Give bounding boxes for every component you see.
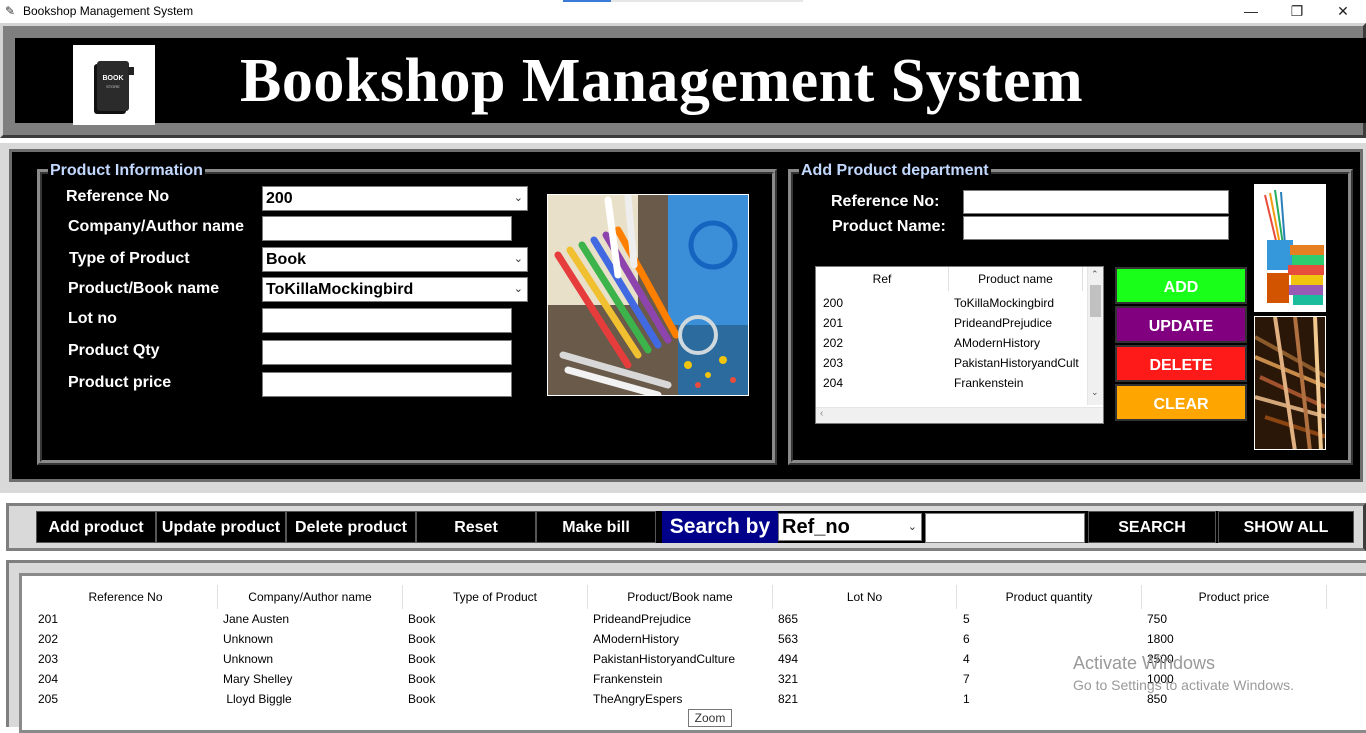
book-icon: BOOK STORE <box>97 61 134 111</box>
toolbar-frame: Add product Update product Delete produc… <box>6 503 1366 551</box>
scrollbar-thumb[interactable] <box>1090 285 1101 317</box>
search-by-value: Ref_no <box>782 516 850 538</box>
search-input[interactable] <box>925 513 1085 543</box>
window-title: Bookshop Management System <box>23 4 194 18</box>
list-horizontal-scrollbar[interactable]: ‹ <box>816 407 1103 423</box>
zoom-tooltip: Zoom <box>688 709 732 727</box>
search-by-combobox[interactable]: Ref_no ⌄ <box>778 513 922 541</box>
show-all-button[interactable]: SHOW ALL <box>1218 511 1354 543</box>
toolbar: Add product Update product Delete produc… <box>36 511 1354 543</box>
product-book-name-value: ToKillaMockingbird <box>266 281 414 298</box>
type-of-product-combobox[interactable]: Book ⌄ <box>262 247 528 272</box>
middle-frame: Product Information Reference No 200 ⌄ C… <box>0 143 1366 493</box>
list-header-product-name[interactable]: Product name <box>949 267 1083 291</box>
activate-windows-subtitle: Go to Settings to activate Windows. <box>1073 677 1294 693</box>
product-qty-field[interactable] <box>262 340 512 365</box>
page-title: Bookshop Management System <box>240 47 1084 115</box>
label-type-of-product: Type of Product <box>69 250 190 267</box>
clear-button[interactable]: CLEAR <box>1115 384 1247 421</box>
header-frame: BOOK STORE Bookshop Management System <box>0 23 1366 138</box>
label-company-author: Company/Author name <box>68 218 245 235</box>
close-button[interactable]: ✕ <box>1320 0 1366 23</box>
reference-no-value: 200 <box>266 190 293 207</box>
make-bill-button[interactable]: Make bill <box>536 511 656 543</box>
taskbar-hint <box>563 0 803 2</box>
delete-product-button[interactable]: Delete product <box>286 511 416 543</box>
type-of-product-value: Book <box>266 251 306 268</box>
list-item[interactable]: 203 PakistanHistoryandCult <box>816 353 1080 373</box>
delete-button[interactable]: DELETE <box>1115 345 1247 382</box>
search-button[interactable]: SEARCH <box>1088 511 1216 543</box>
chevron-down-icon[interactable]: ⌄ <box>514 278 523 301</box>
label-product-qty: Product Qty <box>68 342 160 359</box>
table-row[interactable]: 202 Unknown Book AModernHistory 563 6 1800 <box>34 629 1344 649</box>
label-lot-no: Lot no <box>68 310 117 327</box>
product-book-name-combobox[interactable]: ToKillaMockingbird ⌄ <box>262 277 528 302</box>
chevron-left-icon[interactable]: ‹ <box>820 408 823 419</box>
column-header-product-price[interactable]: Product price <box>1142 585 1327 609</box>
label-reference-no: Reference No <box>66 188 170 205</box>
update-button[interactable]: UPDATE <box>1115 306 1247 343</box>
stationery-image <box>547 194 749 396</box>
activate-windows-title: Activate Windows <box>1073 653 1216 673</box>
list-item[interactable]: 202 AModernHistory <box>816 333 1080 353</box>
column-header-type-of-product[interactable]: Type of Product <box>403 585 588 609</box>
chevron-down-icon[interactable]: ⌄ <box>908 514 917 540</box>
header-banner: BOOK STORE Bookshop Management System <box>15 38 1366 125</box>
search-by-label: Search by <box>662 511 778 543</box>
label-product-price: Product price <box>68 374 172 391</box>
list-item[interactable]: 200 ToKillaMockingbird <box>816 293 1080 313</box>
add-product-department-group: Add Product department Reference No: Pro… <box>788 162 1353 465</box>
company-author-field[interactable] <box>262 216 512 241</box>
group-title-product-information: Product Information <box>48 162 205 180</box>
table-row[interactable]: 201 Jane Austen Book PrideandPrejudice 865 5 7… <box>34 609 1344 629</box>
list-header-ref[interactable]: Ref <box>816 267 949 291</box>
update-product-button[interactable]: Update product <box>156 511 286 543</box>
department-product-list[interactable]: Ref Product name 200 ToKillaMockingbird 2… <box>815 266 1104 424</box>
middle-panel: Product Information Reference No 200 ⌄ C… <box>9 149 1363 482</box>
reference-no-combobox[interactable]: 200 ⌄ <box>262 186 528 211</box>
label-product-book-name: Product/Book name <box>68 280 220 297</box>
lot-no-field[interactable] <box>262 308 512 333</box>
minimize-button[interactable]: — <box>1228 0 1274 23</box>
product-information-group: Product Information Reference No 200 ⌄ C… <box>37 162 777 465</box>
dept-reference-no-field[interactable] <box>963 190 1229 214</box>
bookstore-logo: BOOK STORE <box>73 45 155 125</box>
chevron-down-icon[interactable]: ⌄ <box>514 187 523 210</box>
column-header-company-author[interactable]: Company/Author name <box>218 585 403 609</box>
books-pencils-image <box>1254 184 1326 312</box>
column-header-product-quantity[interactable]: Product quantity <box>957 585 1142 609</box>
product-price-field[interactable] <box>262 372 512 397</box>
reset-button[interactable]: Reset <box>416 511 536 543</box>
dept-product-name-field[interactable] <box>963 216 1229 240</box>
list-item[interactable]: 204 Frankenstein <box>816 373 1080 393</box>
window-titlebar: ✎ Bookshop Management System — ❐ ✕ <box>0 0 1366 23</box>
column-header-product-book-name[interactable]: Product/Book name <box>588 585 773 609</box>
add-product-button[interactable]: Add product <box>36 511 156 543</box>
library-books-image <box>1254 316 1326 450</box>
add-button[interactable]: ADD <box>1115 267 1247 304</box>
maximize-button[interactable]: ❐ <box>1274 0 1320 23</box>
chevron-down-icon[interactable]: ⌄ <box>514 248 523 271</box>
column-header-lot-no[interactable]: Lot No <box>773 585 957 609</box>
label-dept-product-name: Product Name: <box>832 218 946 235</box>
list-vertical-scrollbar[interactable]: ⌃ ⌄ <box>1087 267 1103 405</box>
column-header-reference-no[interactable]: Reference No <box>34 585 218 609</box>
group-title-add-product-department: Add Product department <box>799 162 991 180</box>
list-item[interactable]: 201 PrideandPrejudice <box>816 313 1080 333</box>
feather-icon: ✎ <box>5 4 16 18</box>
chevron-down-icon[interactable]: ⌄ <box>1091 387 1099 398</box>
chevron-up-icon[interactable]: ⌃ <box>1091 269 1099 280</box>
label-dept-reference-no: Reference No: <box>831 193 940 210</box>
